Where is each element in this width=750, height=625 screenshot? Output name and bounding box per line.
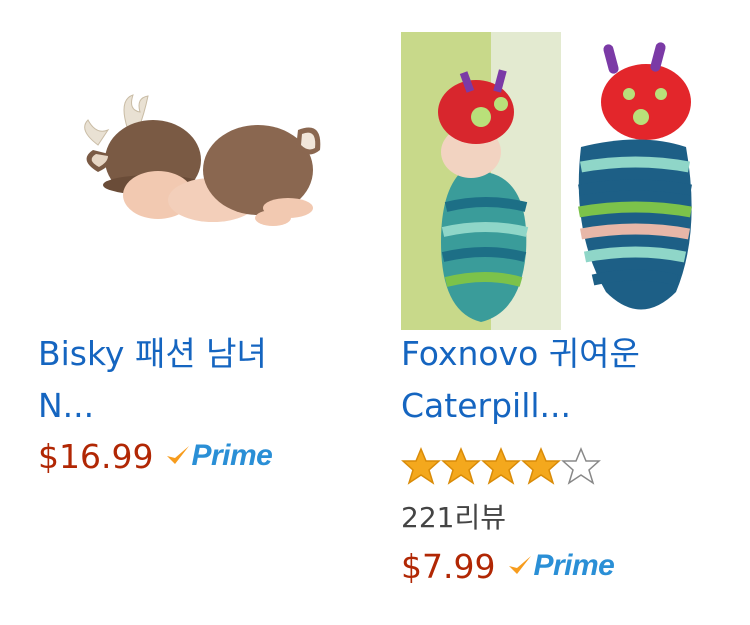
star-full-icon — [481, 447, 521, 485]
star-full-icon — [401, 447, 441, 485]
prime-label: Prime — [533, 549, 615, 582]
product-title-line1[interactable]: Bisky 패션 남녀 — [38, 328, 368, 380]
star-empty-icon — [561, 447, 601, 485]
rating-stars — [401, 446, 601, 486]
product-image-deer-costume[interactable] — [58, 90, 348, 230]
price-row: $16.99 Prime — [38, 436, 273, 476]
prime-label: Prime — [191, 439, 273, 472]
product-image-caterpillar-costume[interactable] — [401, 32, 731, 330]
star-full-icon — [521, 447, 561, 485]
product-title[interactable]: Foxnovo 귀여운 Caterpill... — [401, 328, 731, 432]
prime-badge: Prime — [507, 549, 615, 583]
product-title-line1[interactable]: Foxnovo 귀여운 — [401, 328, 731, 380]
review-count[interactable]: 221리뷰 — [401, 496, 506, 536]
prime-check-icon — [509, 556, 532, 574]
product-title[interactable]: Bisky 패션 남녀 N... — [38, 328, 368, 432]
prime-check-icon — [167, 446, 190, 464]
product-title-line2[interactable]: Caterpill... — [401, 380, 731, 432]
prime-badge: Prime — [165, 439, 273, 473]
star-full-icon — [441, 447, 481, 485]
product-price: $16.99 — [38, 436, 154, 476]
baby-deer-costume-image — [84, 94, 321, 226]
product-price: $7.99 — [401, 546, 496, 586]
product-title-line2[interactable]: N... — [38, 380, 368, 432]
price-row: $7.99 Prime — [401, 546, 615, 586]
baby-caterpillar-costume-image — [401, 32, 692, 330]
